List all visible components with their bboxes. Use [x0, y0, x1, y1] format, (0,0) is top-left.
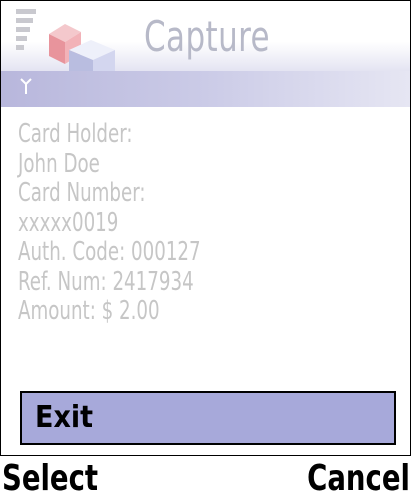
antenna-icon [20, 78, 32, 94]
transaction-details: Card Holder: John Doe Card Number: xxxxx… [18, 119, 398, 327]
cancel-softkey[interactable]: Cancel [307, 458, 410, 500]
card-number-label: Card Number: [18, 178, 146, 208]
menu-item-exit-label: Exit [35, 400, 93, 435]
card-number-value: xxxxx0019 [18, 207, 119, 238]
auth-code-line: Auth. Code: 000127 [18, 237, 201, 267]
card-holder-label: Card Holder: [18, 119, 133, 149]
status-indicator-strip [1, 71, 410, 107]
card-holder-value: John Doe [18, 148, 100, 179]
phone-screen: Capture Card Holder: John Doe Card Numbe… [0, 0, 411, 456]
title-bar: Capture [1, 1, 410, 88]
select-softkey[interactable]: Select [2, 458, 98, 500]
menu-item-exit[interactable]: Exit [20, 391, 396, 445]
signal-strength-icon [16, 9, 36, 67]
ref-num-line: Ref. Num: 2417934 [18, 266, 194, 297]
app-title: Capture [144, 12, 271, 61]
softkey-bar: Select Cancel [0, 456, 413, 504]
amount-line: Amount: $ 2.00 [18, 296, 160, 326]
